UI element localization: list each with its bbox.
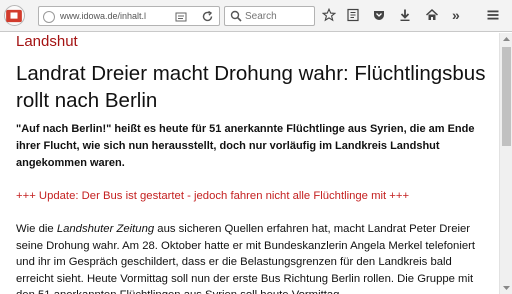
body-start: Wie die [16,223,57,235]
reload-icon[interactable] [201,10,214,23]
scroll-down-arrow-icon[interactable] [502,284,511,292]
article-body: Wie die Landshuter Zeitung aus sicheren … [16,221,486,294]
reading-list-icon[interactable] [346,8,360,22]
newspaper-name: Landshuter Zeitung [56,223,155,235]
article-headline: Landrat Dreier macht Drohung wahr: Flüch… [16,62,486,112]
hamburger-menu-icon[interactable] [486,8,500,22]
url-text[interactable]: www.idowa.de/inhalt.l [60,11,164,21]
scroll-up-arrow-icon[interactable] [502,35,511,43]
update-notice: +++ Update: Der Bus ist gestartet - jedo… [16,190,410,202]
pocket-icon[interactable] [372,8,386,22]
download-icon[interactable] [398,8,412,22]
search-icon [230,10,242,22]
search-input[interactable] [245,9,311,23]
article-lead: "Auf nach Berlin!" heißt es heute für 51… [16,123,475,169]
tab-icon [6,9,22,23]
section-title[interactable]: Landshut [16,33,78,50]
star-icon[interactable] [322,8,336,22]
reader-view-icon[interactable] [175,11,187,23]
home-icon[interactable] [425,8,439,22]
address-bar[interactable]: www.idowa.de/inhalt.l [6,6,228,26]
vertical-scrollbar[interactable] [499,33,512,294]
browser-toolbar: www.idowa.de/inhalt.l » [0,0,512,32]
search-bar[interactable] [224,6,315,26]
globe-icon [43,11,55,23]
article-viewport: Landshut Landrat Dreier macht Drohung wa… [0,33,499,294]
chevron-double-right-icon[interactable]: » [452,7,466,23]
scrollbar-thumb[interactable] [502,47,511,146]
